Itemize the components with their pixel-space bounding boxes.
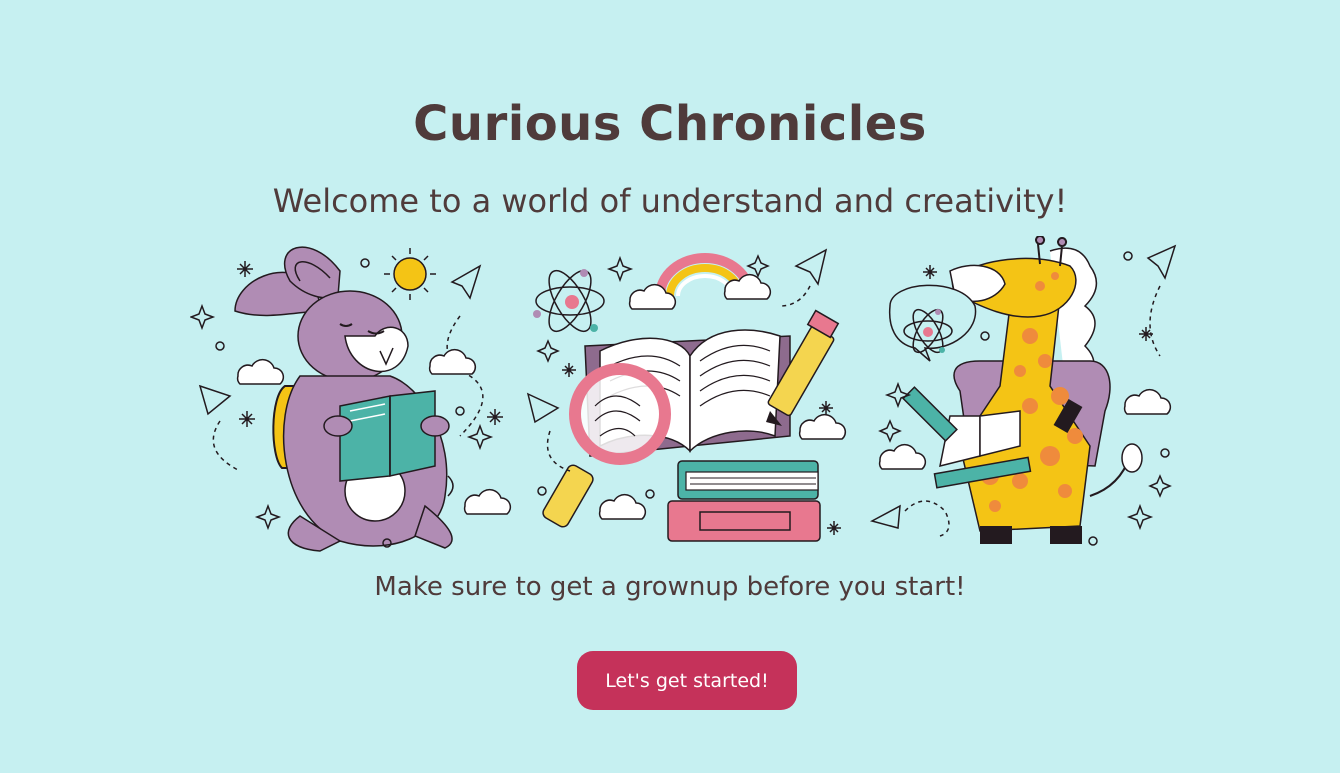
atom-icon xyxy=(533,269,605,333)
page-title: Curious Chronicles xyxy=(413,96,927,153)
sun-icon xyxy=(384,248,436,300)
paper-plane-icon xyxy=(526,392,560,424)
paper-plane-icon xyxy=(794,248,828,286)
welcome-heading: Welcome to a world of understand and cre… xyxy=(272,182,1068,220)
paper-plane-icon xyxy=(869,504,901,529)
grownup-note: Make sure to get a grownup before you st… xyxy=(374,572,966,602)
paper-plane-icon xyxy=(1146,244,1177,280)
paper-plane-icon xyxy=(198,384,232,416)
paper-plane-icon xyxy=(450,264,482,300)
hero-illustration xyxy=(190,236,1177,552)
atom-icon xyxy=(888,284,977,362)
giraffe-with-backpack-icon xyxy=(902,236,1143,544)
get-started-button[interactable]: Let's get started! xyxy=(577,651,797,710)
